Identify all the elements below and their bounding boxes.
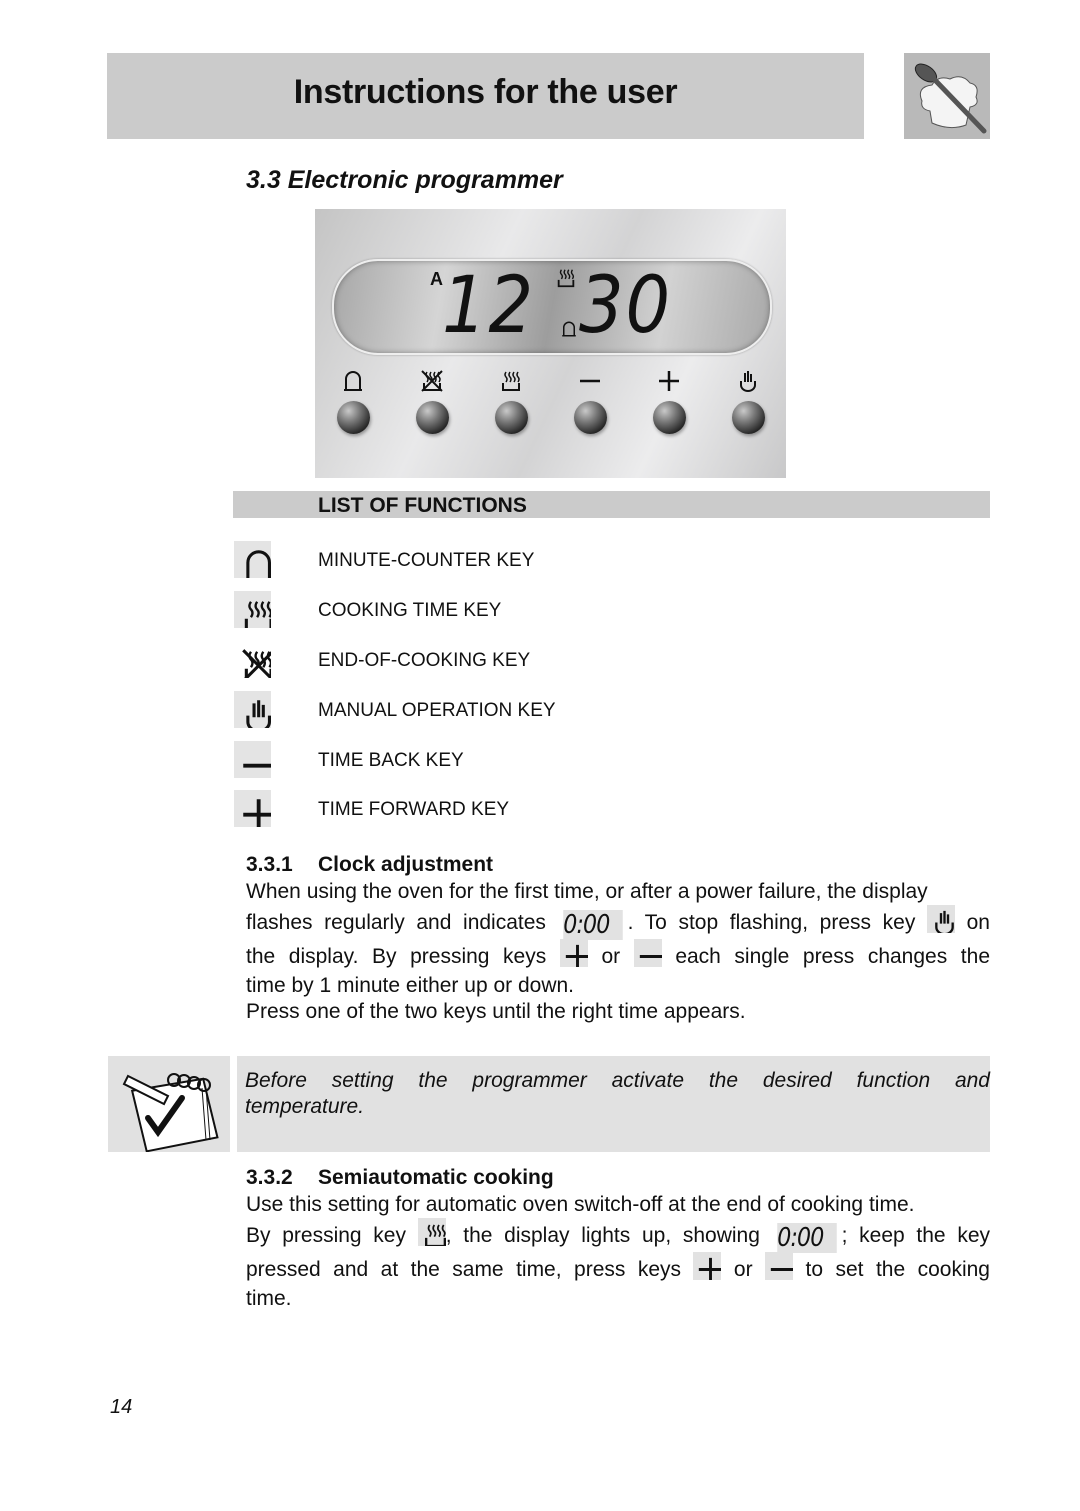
header-band: Instructions for the user: [107, 53, 864, 139]
hand-icon: [926, 905, 955, 933]
time-back-button[interactable]: [574, 401, 607, 434]
function-label: COOKING TIME KEY: [318, 600, 502, 621]
function-item: TIME FORWARD KEY: [234, 790, 734, 828]
lcd-zero-display: 0:00: [776, 1223, 837, 1253]
end-of-cooking-icon: [234, 641, 271, 678]
text-line: Press one of the two keys until the righ…: [246, 1000, 746, 1023]
function-label: MANUAL OPERATION KEY: [318, 700, 556, 721]
text-line: By pressing key , the display lights up,…: [246, 1218, 990, 1253]
display-minutes: 30: [579, 261, 672, 351]
spoon-chef-hat-icon: [904, 53, 990, 139]
plus-icon: [657, 369, 681, 393]
cooking-time-button[interactable]: [495, 401, 528, 434]
minute-counter-key[interactable]: [335, 369, 371, 439]
plus-icon: [234, 790, 271, 827]
note-text: Before setting the programmer activate t…: [245, 1068, 990, 1094]
minus-icon: [578, 369, 602, 393]
plus-icon: [693, 1252, 722, 1280]
clock-adjustment-heading: 3.3.1 Clock adjustment: [246, 853, 493, 877]
function-label: TIME FORWARD KEY: [318, 799, 510, 820]
clock-section-title: Clock adjustment: [318, 853, 494, 876]
text-line: Use this setting for automatic oven swit…: [246, 1193, 915, 1216]
function-item: MINUTE-COUNTER KEY: [234, 541, 734, 579]
function-label: END-OF-COOKING KEY: [318, 650, 531, 671]
function-item: MANUAL OPERATION KEY: [234, 691, 734, 729]
end-of-cooking-icon: [420, 369, 444, 393]
programmer-keys: [315, 369, 786, 439]
function-item: END-OF-COOKING KEY: [234, 641, 734, 679]
note-line: Before setting the programmer activate t…: [245, 1069, 990, 1092]
minus-icon: [234, 741, 271, 778]
cooking-time-icon: [499, 369, 523, 393]
time-forward-button[interactable]: [653, 401, 686, 434]
text-line: time by 1 minute either up or down.: [246, 974, 575, 997]
text-line: the display. By pressing keys or each si…: [246, 939, 990, 973]
semi-section-title: Semiautomatic cooking: [318, 1166, 554, 1189]
section-title: 3.3 Electronic programmer: [246, 166, 563, 194]
page-header-title: Instructions for the user: [293, 73, 678, 111]
function-label: TIME BACK KEY: [318, 750, 464, 771]
lcd-zero-display: 0:00: [562, 910, 623, 940]
lcd-display: A 12 30: [332, 259, 772, 355]
hand-icon: [736, 369, 760, 393]
minus-icon: [633, 939, 662, 967]
cooking-time-icon: [234, 591, 271, 628]
clock-section-number: 3.3.1: [246, 853, 293, 876]
text-line: flashes regularly and indicates 0:00. To…: [246, 905, 990, 940]
note-box: Before setting the programmer activate t…: [237, 1056, 990, 1152]
plus-icon: [559, 939, 588, 967]
bell-icon: [234, 541, 271, 578]
text-line: When using the oven for the first time, …: [246, 880, 928, 903]
bell-icon: [341, 369, 365, 393]
time-back-key[interactable]: [572, 369, 608, 439]
note-icon-box: [108, 1056, 230, 1153]
minute-counter-button[interactable]: [337, 401, 370, 434]
semiautomatic-text: Use this setting for automatic oven swit…: [246, 1192, 990, 1312]
cooking-time-icon: [555, 267, 577, 289]
semi-section-number: 3.3.2: [246, 1166, 293, 1189]
bell-icon: [560, 319, 578, 339]
cooking-time-icon: [417, 1218, 446, 1246]
functions-title: LIST OF FUNCTIONS: [318, 494, 527, 517]
note-text-full: temperature.: [245, 1095, 365, 1118]
time-forward-key[interactable]: [651, 369, 687, 439]
semiautomatic-heading: 3.3.2 Semiautomatic cooking: [246, 1166, 554, 1190]
minus-icon: [765, 1252, 794, 1280]
function-label: MINUTE-COUNTER KEY: [318, 550, 535, 571]
text-line: pressed and at the same time, press keys…: [246, 1252, 990, 1286]
hand-icon: [234, 691, 271, 728]
manual-operation-key[interactable]: [730, 369, 766, 439]
function-item: TIME BACK KEY: [234, 741, 734, 779]
end-of-cooking-key[interactable]: [414, 369, 450, 439]
clock-adjustment-text: When using the oven for the first time, …: [246, 879, 990, 1025]
functions-header-band: LIST OF FUNCTIONS: [233, 491, 990, 518]
display-hours: 12: [442, 261, 535, 351]
cooking-time-key[interactable]: [493, 369, 529, 439]
programmer-panel: A 12 30: [315, 209, 786, 478]
page-number: 14: [110, 1396, 133, 1418]
function-item: COOKING TIME KEY: [234, 591, 734, 629]
manual-operation-button[interactable]: [732, 401, 765, 434]
notepad-check-icon: [122, 1073, 219, 1153]
end-of-cooking-button[interactable]: [416, 401, 449, 434]
text-line: time.: [246, 1287, 292, 1310]
